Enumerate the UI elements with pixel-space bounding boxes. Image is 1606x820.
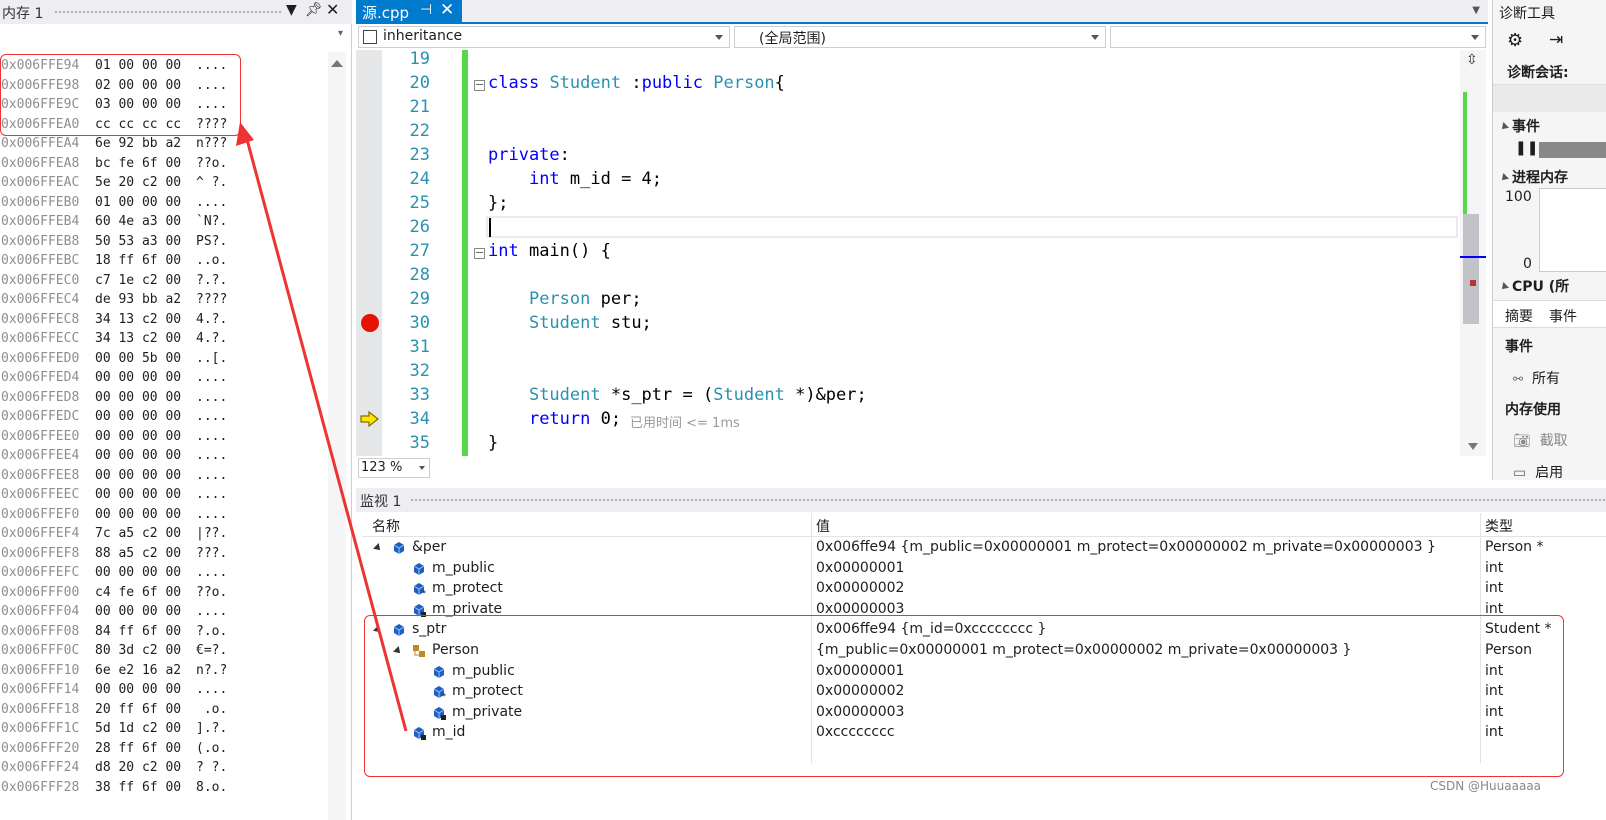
watermark: CSDN @Huuaaaaa xyxy=(1430,779,1542,793)
annotation-arrow xyxy=(236,122,408,732)
